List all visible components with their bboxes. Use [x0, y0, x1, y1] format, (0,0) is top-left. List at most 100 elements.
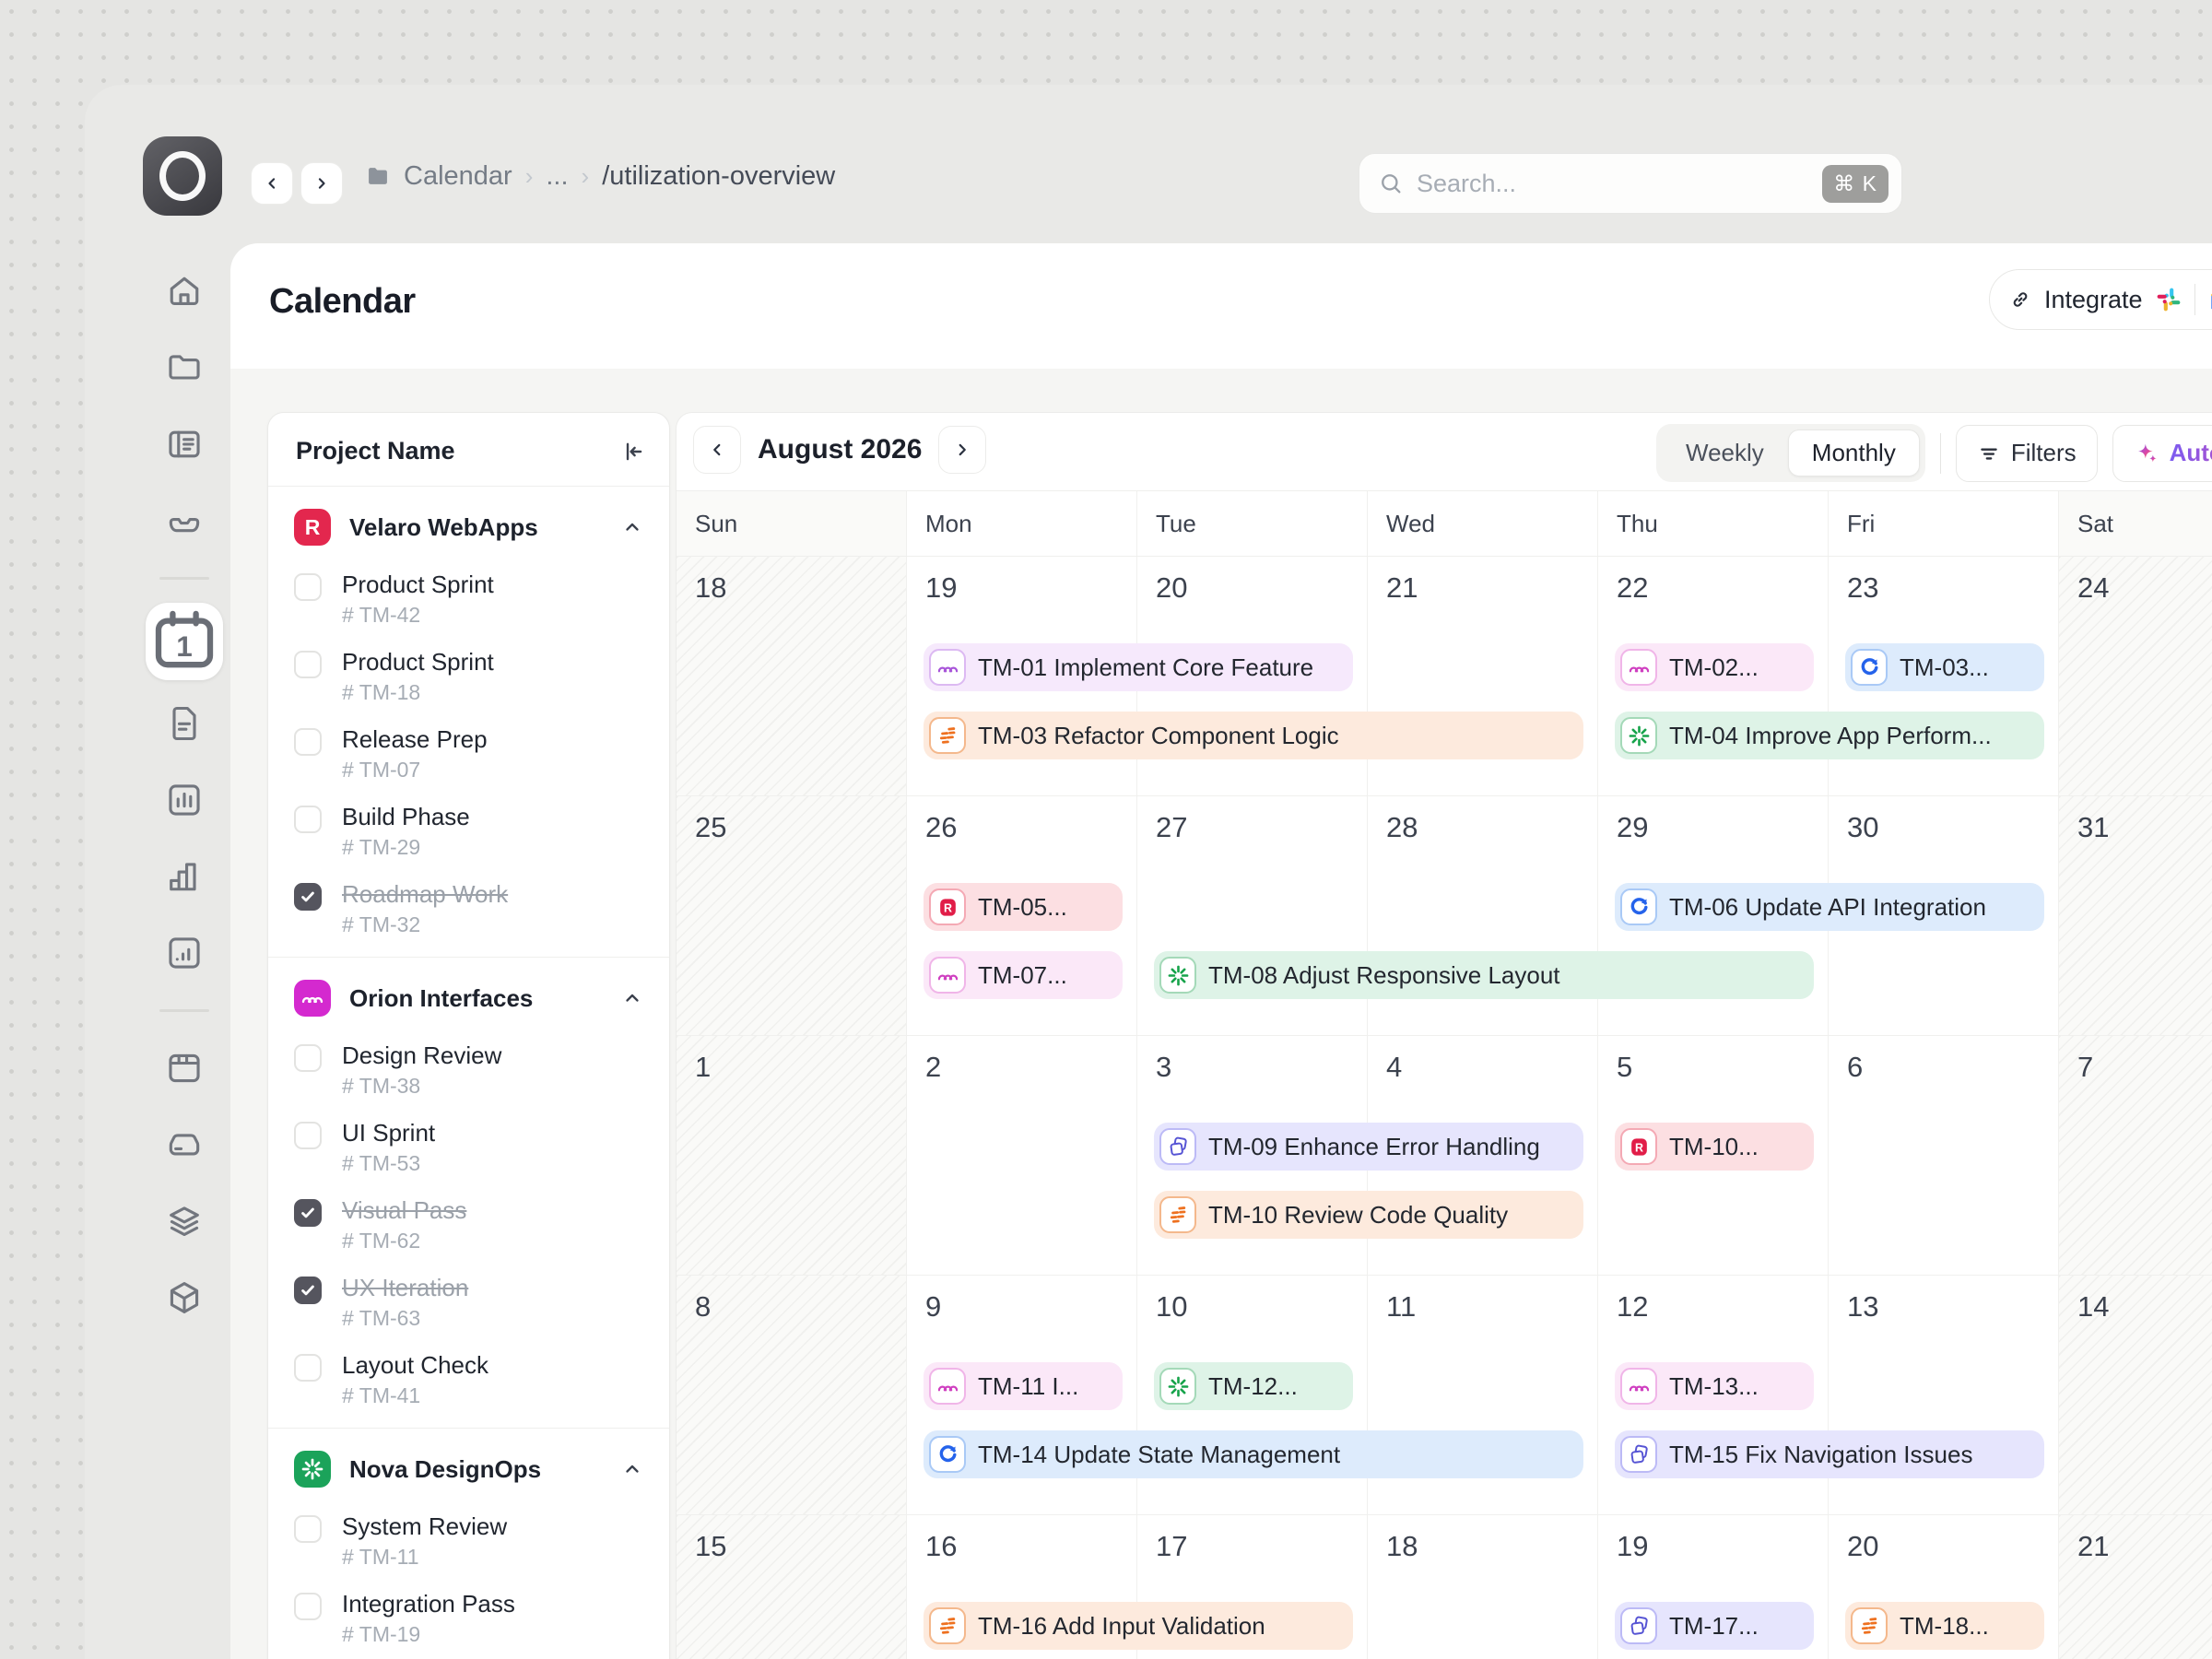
checkbox-unchecked[interactable] [294, 728, 322, 756]
day-cell[interactable]: 15 [677, 1515, 907, 1659]
task-item[interactable]: Roadmap Work# TM-32 [268, 870, 669, 947]
day-cell[interactable]: 14 [2059, 1276, 2212, 1515]
task-item[interactable]: Product Sprint# TM-18 [268, 638, 669, 715]
event-pill[interactable]: TM-17... [1615, 1602, 1814, 1650]
day-cell[interactable]: 13 [1829, 1276, 2059, 1515]
event-pill[interactable]: TM-12... [1154, 1362, 1353, 1410]
day-cell[interactable]: 6 [1829, 1036, 2059, 1276]
event-pill[interactable]: TM-14 Update State Management [924, 1430, 1583, 1478]
day-cell[interactable]: 21 [1368, 557, 1598, 796]
task-item[interactable]: Release Prep# TM-07 [268, 715, 669, 793]
day-cell[interactable]: 24 [2059, 557, 2212, 796]
day-cell[interactable]: 11 [1368, 1276, 1598, 1515]
back-button[interactable] [251, 162, 293, 205]
integrate-button[interactable]: Integrate [1989, 269, 2212, 330]
day-cell[interactable]: 18 [677, 557, 907, 796]
task-item[interactable]: Visual Pass# TM-62 [268, 1186, 669, 1264]
forward-button[interactable] [300, 162, 343, 205]
checkbox-unchecked[interactable] [294, 651, 322, 678]
day-cell[interactable]: 8 [677, 1276, 907, 1515]
collapse-panel-icon[interactable] [621, 440, 645, 464]
sidebar-item-calendar-active[interactable]: 1 [146, 603, 223, 680]
day-cell[interactable]: 27 [1137, 796, 1368, 1036]
task-item[interactable]: Product Sprint# TM-42 [268, 560, 669, 638]
day-cell[interactable]: 18 [1368, 1515, 1598, 1659]
checkbox-unchecked[interactable] [294, 1122, 322, 1149]
event-pill[interactable]: TM-03... [1845, 643, 2044, 691]
next-month-button[interactable] [938, 426, 986, 474]
checkbox-unchecked[interactable] [294, 573, 322, 601]
task-item[interactable]: UX Iteration# TM-63 [268, 1264, 669, 1341]
event-pill[interactable]: RTM-05... [924, 883, 1123, 931]
event-pill[interactable]: TM-16 Add Input Validation [924, 1602, 1353, 1650]
event-pill[interactable]: TM-18... [1845, 1602, 2044, 1650]
event-pill[interactable]: TM-01 Implement Core Feature [924, 643, 1353, 691]
checkbox-unchecked[interactable] [294, 1515, 322, 1543]
day-cell[interactable]: 2 [907, 1036, 1137, 1276]
cube-icon[interactable] [164, 1277, 205, 1318]
folder-nav-icon[interactable] [164, 347, 205, 388]
analytics-box-icon[interactable] [164, 933, 205, 973]
event-label: TM-15 Fix Navigation Issues [1669, 1441, 1972, 1469]
event-pill[interactable]: TM-07... [924, 951, 1123, 999]
inbox-tray-icon[interactable] [164, 500, 205, 541]
day-cell[interactable]: 7 [2059, 1036, 2212, 1276]
chevron-up-icon[interactable] [621, 1458, 643, 1480]
task-item[interactable]: Integration Pass# TM-19 [268, 1580, 669, 1657]
chevron-up-icon[interactable] [621, 516, 643, 538]
day-cell[interactable]: 31 [2059, 796, 2212, 1036]
task-ref: # TM-53 [342, 1151, 435, 1176]
browser-window-icon[interactable] [164, 1048, 205, 1088]
bar-chart-box-icon[interactable] [164, 780, 205, 820]
day-cell[interactable]: 28 [1368, 796, 1598, 1036]
day-cell[interactable]: 25 [677, 796, 907, 1036]
starburst-icon [1159, 1368, 1196, 1405]
event-pill[interactable]: TM-11 I... [924, 1362, 1123, 1410]
project-group-header[interactable]: Nova DesignOps [268, 1436, 669, 1502]
checkbox-unchecked[interactable] [294, 1354, 322, 1382]
tab-weekly[interactable]: Weekly [1662, 429, 1788, 477]
checkbox-checked[interactable] [294, 1277, 322, 1304]
event-pill[interactable]: TM-02... [1615, 643, 1814, 691]
tab-monthly[interactable]: Monthly [1788, 429, 1920, 477]
drive-icon[interactable] [164, 1124, 205, 1165]
filters-button[interactable]: Filters [1956, 425, 2098, 482]
event-pill[interactable]: TM-06 Update API Integration [1615, 883, 2044, 931]
column-chart-icon[interactable] [164, 856, 205, 897]
task-item[interactable]: Build Phase# TM-29 [268, 793, 669, 870]
breadcrumb-ellipsis[interactable]: ... [546, 161, 568, 192]
search-input[interactable]: Search... ⌘ K [1359, 153, 1902, 214]
project-group-header[interactable]: RVelaro WebApps [268, 494, 669, 560]
event-pill[interactable]: TM-09 Enhance Error Handling [1154, 1123, 1583, 1171]
reader-icon[interactable] [164, 424, 205, 465]
breadcrumb-root[interactable]: Calendar [404, 161, 512, 192]
checkbox-checked[interactable] [294, 883, 322, 911]
event-pill[interactable]: TM-15 Fix Navigation Issues [1615, 1430, 2044, 1478]
task-item[interactable]: UI Sprint# TM-53 [268, 1109, 669, 1186]
chevron-up-icon[interactable] [621, 987, 643, 1009]
automate-button[interactable]: Automate [2112, 425, 2212, 482]
event-pill[interactable]: TM-04 Improve App Perform... [1615, 712, 2044, 759]
home-icon[interactable] [164, 271, 205, 312]
checkbox-unchecked[interactable] [294, 806, 322, 833]
event-pill[interactable]: TM-08 Adjust Responsive Layout [1154, 951, 1814, 999]
event-pill[interactable]: TM-03 Refactor Component Logic [924, 712, 1583, 759]
day-cell[interactable]: 1 [677, 1036, 907, 1276]
checkbox-unchecked[interactable] [294, 1044, 322, 1072]
project-group-header[interactable]: Orion Interfaces [268, 965, 669, 1031]
task-item[interactable]: Layout Check# TM-41 [268, 1341, 669, 1418]
gmail-icon[interactable] [2207, 288, 2212, 312]
event-pill[interactable]: RTM-10... [1615, 1123, 1814, 1171]
event-pill[interactable]: TM-13... [1615, 1362, 1814, 1410]
chevron-right-icon [952, 440, 972, 460]
event-pill[interactable]: TM-10 Review Code Quality [1154, 1191, 1583, 1239]
day-cell[interactable]: 21 [2059, 1515, 2212, 1659]
app-logo[interactable] [143, 136, 222, 216]
layers-stack-icon[interactable] [164, 1201, 205, 1241]
checkbox-unchecked[interactable] [294, 1593, 322, 1620]
task-item[interactable]: Design Review# TM-38 [268, 1031, 669, 1109]
prev-month-button[interactable] [693, 426, 741, 474]
task-item[interactable]: System Review# TM-11 [268, 1502, 669, 1580]
checkbox-checked[interactable] [294, 1199, 322, 1227]
document-icon[interactable] [164, 703, 205, 744]
